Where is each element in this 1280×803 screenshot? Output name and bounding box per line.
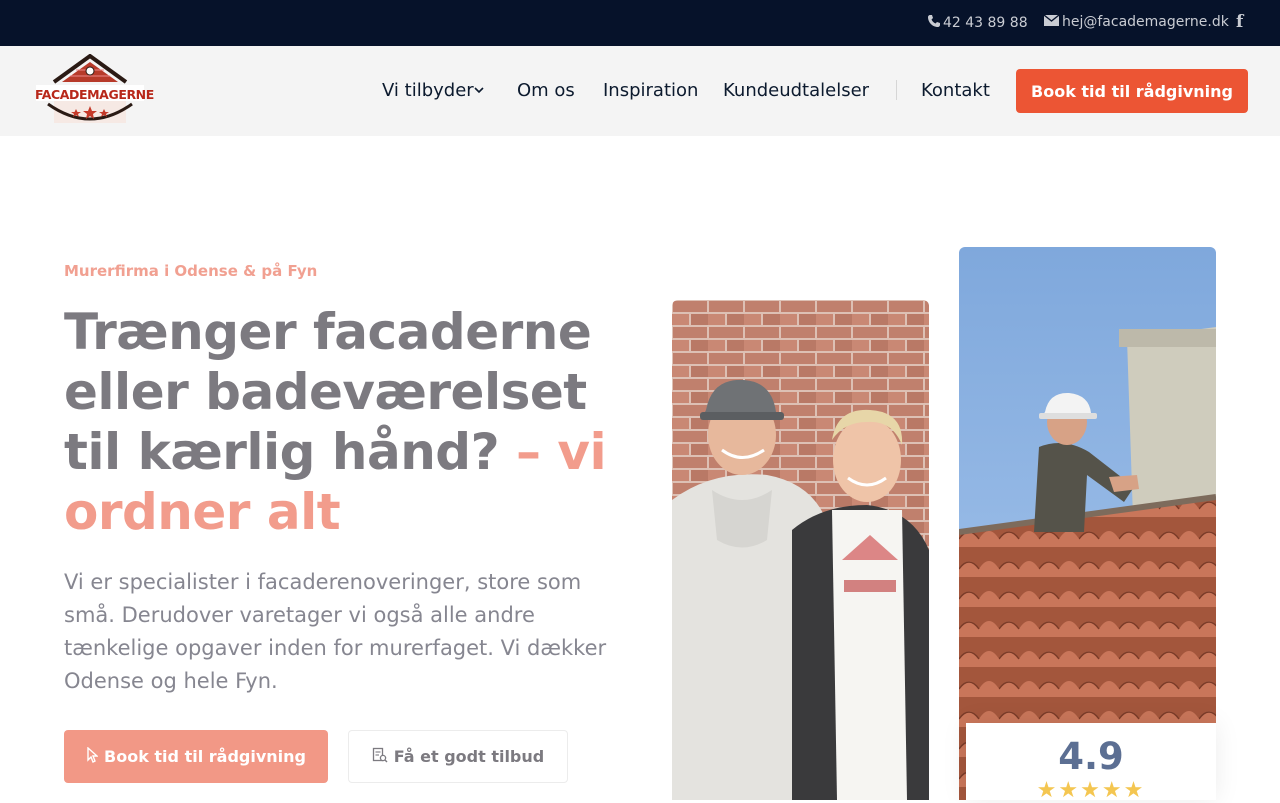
hero-headline-main: Trænger facaderne eller badeværelset til…	[64, 303, 592, 481]
roof-work-photo	[959, 247, 1216, 800]
star-icon: ★	[1036, 778, 1059, 803]
facebook-icon[interactable]: f	[1236, 12, 1243, 32]
rating-score: 4.9	[1058, 735, 1124, 778]
star-icon: ★	[1080, 778, 1102, 803]
site-header: FACADEMAGERNE Vi tilbyder Om os Inspirat…	[0, 46, 1280, 136]
star-icon: ★	[1058, 778, 1081, 803]
nav-om-os[interactable]: Om os	[517, 80, 575, 101]
hero-book-label: Book tid til rådgivning	[104, 747, 306, 766]
hero-lead: Vi er specialister i facaderenoveringer,…	[64, 570, 607, 693]
email-address: hej@facademagerne.dk	[1062, 14, 1229, 30]
logo-wordmark: FACADEMAGERNE	[35, 87, 154, 102]
star-icon: ★	[1101, 778, 1124, 803]
top-bar: 42 43 89 88 hej@facademagerne.dk f	[0, 0, 1280, 46]
chevron-down-icon[interactable]	[473, 86, 485, 94]
document-search-icon	[372, 747, 388, 767]
phone-icon	[927, 14, 940, 32]
mail-icon	[1043, 14, 1060, 30]
facademagerne-logo[interactable]: FACADEMAGERNE	[34, 53, 154, 128]
pointer-icon	[86, 745, 99, 767]
nav-kundeudtalelser[interactable]: Kundeudtalelser	[723, 80, 869, 101]
rating-stars: ★★★★★	[966, 778, 1216, 803]
phone-link[interactable]: 42 43 89 88	[927, 14, 1028, 32]
hero-quote-button[interactable]: Få et godt tilbud	[348, 730, 568, 783]
nav-vi-tilbyder[interactable]: Vi tilbyder	[382, 80, 474, 101]
book-consultation-button[interactable]: Book tid til rådgivning	[1016, 69, 1248, 113]
nav-inspiration[interactable]: Inspiration	[603, 80, 698, 101]
phone-number: 42 43 89 88	[943, 15, 1028, 31]
star-icon: ★	[1123, 778, 1146, 803]
rating-card: 4.9 ★★★★★	[966, 723, 1216, 803]
nav-kontakt[interactable]: Kontakt	[921, 80, 990, 101]
team-photo	[672, 300, 929, 800]
hero-book-button[interactable]: Book tid til rådgivning	[64, 730, 328, 783]
nav-divider	[896, 80, 897, 100]
email-link[interactable]: hej@facademagerne.dk	[1043, 14, 1229, 30]
hero-headline: Trænger facaderne eller badeværelset til…	[64, 302, 624, 542]
hero-quote-label: Få et godt tilbud	[393, 747, 545, 766]
hero-eyebrow: Murerfirma i Odense & på Fyn	[64, 262, 318, 280]
